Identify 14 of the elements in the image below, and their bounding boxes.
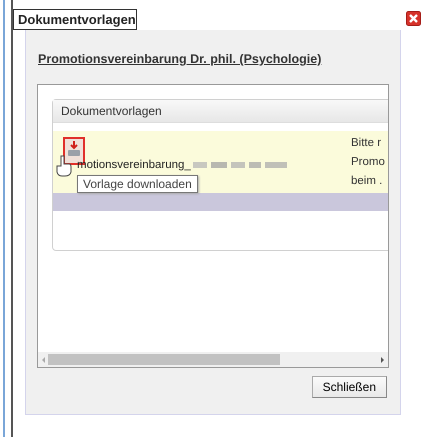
document-link[interactable]: Promotionsvereinbarung Dr. phil. (Psychologie) [38, 52, 389, 66]
hand-cursor-icon [56, 155, 72, 177]
scroll-right-icon[interactable] [381, 356, 384, 362]
close-button[interactable]: Schließen [312, 376, 387, 398]
scroll-thumb[interactable] [48, 354, 280, 365]
dialog-title: Dokumentvorlagen [13, 9, 137, 30]
description-text: beim . [351, 174, 384, 189]
section-header: Dokumentvorlagen [53, 100, 388, 123]
description-text: Promo [351, 155, 385, 170]
tooltip: Vorlage downloaden [77, 175, 198, 193]
horizontal-scrollbar[interactable] [38, 352, 388, 367]
description-text: Bitte r [351, 136, 382, 151]
file-name: motionsvereinbarung_ [77, 159, 191, 171]
close-icon[interactable] [406, 11, 421, 26]
